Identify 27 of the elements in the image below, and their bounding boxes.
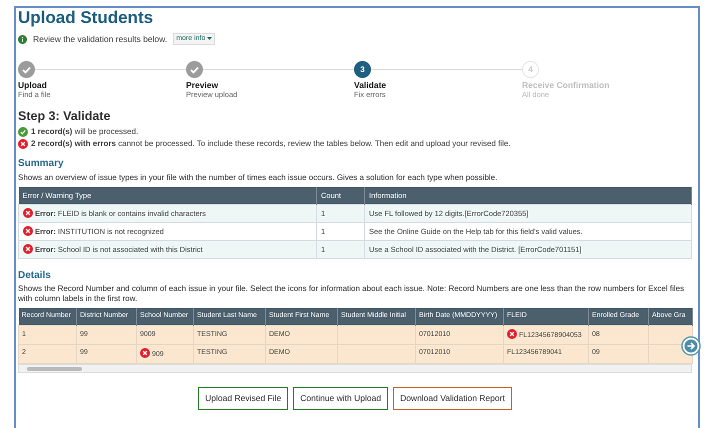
info-text: Review the validation results below. bbox=[33, 34, 168, 44]
section-description: Shows the Record Number and column of each issue in your file. Select the icons for information about each issue. Note: Record Numbers are one less than the row numbers for Excel files with column labels in the first row. bbox=[18, 284, 686, 304]
error-icon bbox=[23, 208, 33, 218]
section-heading: Details bbox=[18, 270, 52, 282]
step-circle: 3 bbox=[354, 61, 371, 78]
check-icon bbox=[22, 66, 31, 74]
error-icon bbox=[18, 139, 28, 150]
action-button[interactable]: Continue with Upload bbox=[293, 386, 388, 410]
section-description: Shows an overview of issue types in your file with the number of times each issue occurs. Gives a solution for each type when possible. bbox=[18, 172, 498, 183]
step-heading: Step 3: Validate bbox=[18, 109, 112, 126]
result-text: 1 record(s) will be processed. bbox=[31, 127, 138, 138]
step-label: Preview bbox=[186, 80, 220, 90]
page-title: Upload Students bbox=[18, 8, 154, 28]
step-label: Validate bbox=[354, 80, 388, 90]
check-circle-icon bbox=[18, 127, 28, 138]
action-button[interactable]: Upload Revised File bbox=[198, 386, 288, 410]
check-icon bbox=[190, 66, 199, 74]
result-text: 2 record(s) with errors cannot be processed. To include these records, review the tables below. Then edit and upload your revised file. bbox=[31, 139, 511, 150]
action-button[interactable]: Download Validation Report bbox=[393, 386, 512, 410]
caret-icon bbox=[207, 36, 212, 40]
step-label: Upload bbox=[18, 80, 48, 90]
error-icon bbox=[23, 244, 33, 254]
section-heading: Summary bbox=[18, 158, 65, 171]
error-icon bbox=[23, 226, 33, 236]
step-label: Receive Confirmation bbox=[522, 80, 610, 90]
scroll-thumb bbox=[27, 366, 82, 371]
info-icon bbox=[18, 34, 27, 44]
